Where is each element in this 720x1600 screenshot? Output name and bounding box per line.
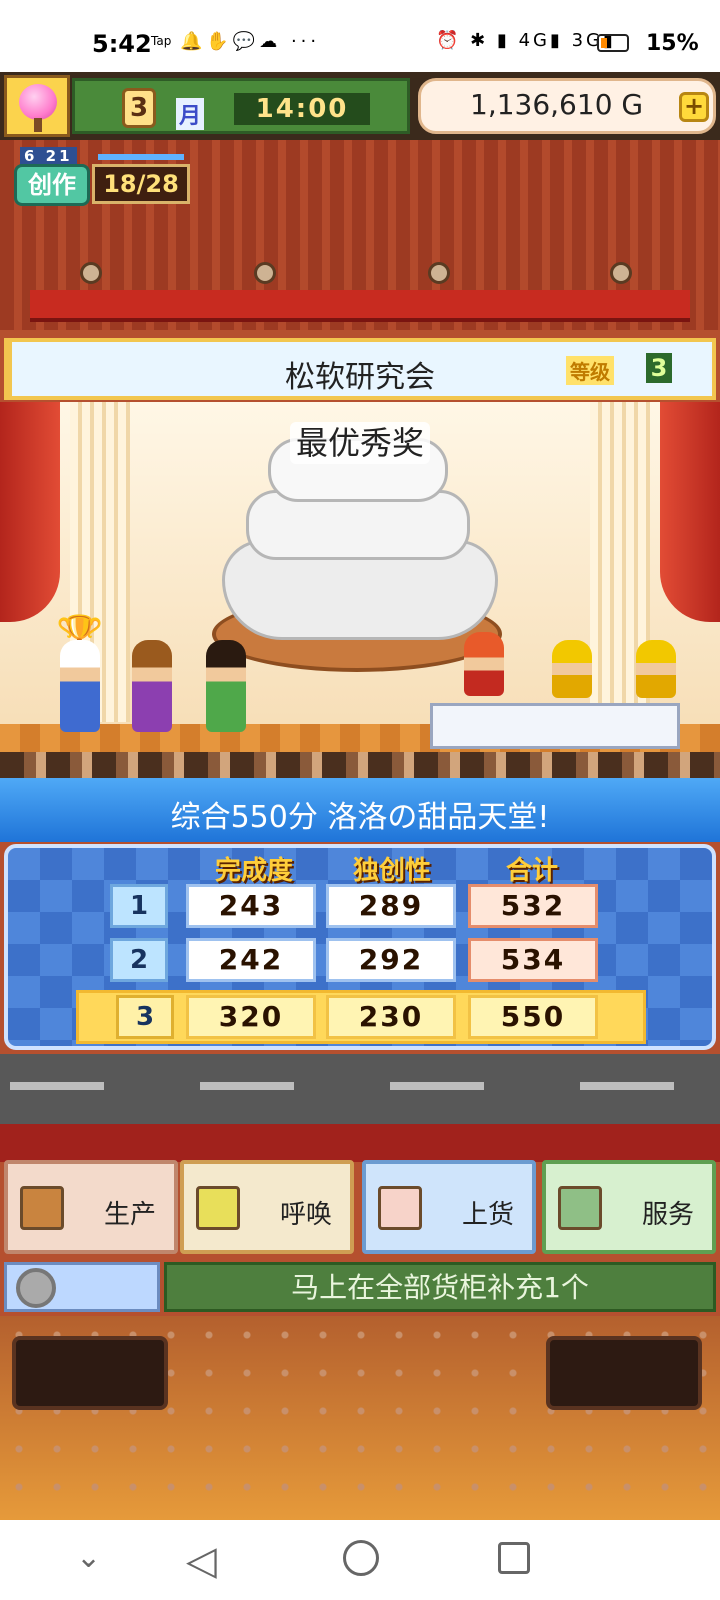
hide-nav-icon[interactable]: ⌄ — [76, 1540, 101, 1575]
lane-marking — [580, 1082, 674, 1090]
month-number: 3 — [122, 88, 156, 128]
judge-character — [464, 632, 504, 696]
originality-score: 289 — [326, 884, 456, 928]
level-label: 等级 — [566, 356, 614, 385]
completion-score: 243 — [186, 884, 316, 928]
total-score: 550 — [468, 995, 598, 1039]
signal-icons: ⏰ ✱ ▮ 4G▮ 3G▮ — [436, 30, 616, 51]
judge-character — [636, 640, 676, 698]
row-label: 3 — [116, 995, 174, 1039]
create-progress-bar — [98, 154, 184, 160]
total-score: 532 — [468, 884, 598, 928]
call-button[interactable]: 呼唤 — [180, 1160, 354, 1254]
shop-awning — [0, 1124, 720, 1162]
audience-crowd — [0, 752, 720, 778]
stock-button[interactable]: 上货 — [362, 1160, 536, 1254]
status-time: 5:42 — [92, 30, 152, 58]
score-summary: 综合550分 洛洛の甜品天堂! — [170, 800, 550, 835]
display-shelf[interactable] — [546, 1336, 702, 1410]
header-completion: 完成度 — [214, 856, 293, 886]
megaphone-icon — [196, 1186, 240, 1230]
staff-character — [132, 640, 172, 732]
completion-score: 320 — [186, 995, 316, 1039]
lane-marking — [390, 1082, 484, 1090]
chef-character — [60, 640, 100, 732]
bread-icon — [20, 1186, 64, 1230]
produce-label: 生产 — [103, 1200, 156, 1230]
award-title: 最优秀奖 — [0, 418, 720, 464]
header-total: 合计 — [505, 856, 558, 886]
stock-label: 上货 — [461, 1200, 514, 1230]
originality-score: 292 — [326, 938, 456, 982]
teacup-icon — [558, 1186, 602, 1230]
row-label: 1 — [110, 884, 168, 928]
lamp-icon — [610, 262, 632, 284]
month-label: 月 — [176, 98, 205, 130]
coin-icon — [16, 1268, 56, 1308]
row-label: 2 — [110, 938, 168, 982]
add-money-button[interactable]: + — [679, 92, 709, 122]
create-date: 6 21 — [20, 147, 77, 165]
service-label: 服务 — [641, 1200, 694, 1230]
lamp-icon — [80, 262, 102, 284]
notification-icons: 🔔✋💬☁ ··· — [180, 31, 321, 52]
service-button[interactable]: 服务 — [542, 1160, 716, 1254]
restock-text: 马上在全部货柜补充1个 — [291, 1271, 589, 1304]
create-count: 18/28 — [92, 164, 190, 204]
back-icon[interactable]: ◁ — [186, 1538, 217, 1584]
battery-percent: 15% — [646, 31, 699, 56]
total-score: 534 — [468, 938, 598, 982]
judges-table — [430, 703, 680, 749]
completion-score: 242 — [186, 938, 316, 982]
judge-character — [552, 640, 592, 698]
originality-score: 230 — [326, 995, 456, 1039]
award-text: 最优秀奖 — [289, 422, 430, 464]
cake-slice-icon — [378, 1186, 422, 1230]
lamp-icon — [254, 262, 276, 284]
lane-marking — [200, 1082, 294, 1090]
header-originality: 独创性 — [352, 856, 431, 886]
staff-character — [206, 640, 246, 732]
status-app-tag: Tap — [151, 34, 172, 48]
avatar-tree-icon[interactable] — [4, 75, 70, 137]
produce-button[interactable]: 生产 — [4, 1160, 178, 1254]
battery-icon — [597, 34, 629, 52]
lamp-icon — [428, 262, 450, 284]
hall-beam — [30, 290, 690, 322]
create-button[interactable]: 创作 — [14, 164, 90, 206]
lane-marking — [10, 1082, 104, 1090]
display-shelf[interactable] — [12, 1336, 168, 1410]
recent-apps-icon[interactable] — [498, 1542, 530, 1574]
home-icon[interactable] — [343, 1540, 379, 1576]
level-value: 3 — [646, 353, 672, 383]
game-time: 14:00 — [234, 93, 370, 125]
call-label: 呼唤 — [279, 1200, 332, 1230]
money-amount: 1,136,610 G — [470, 88, 644, 121]
